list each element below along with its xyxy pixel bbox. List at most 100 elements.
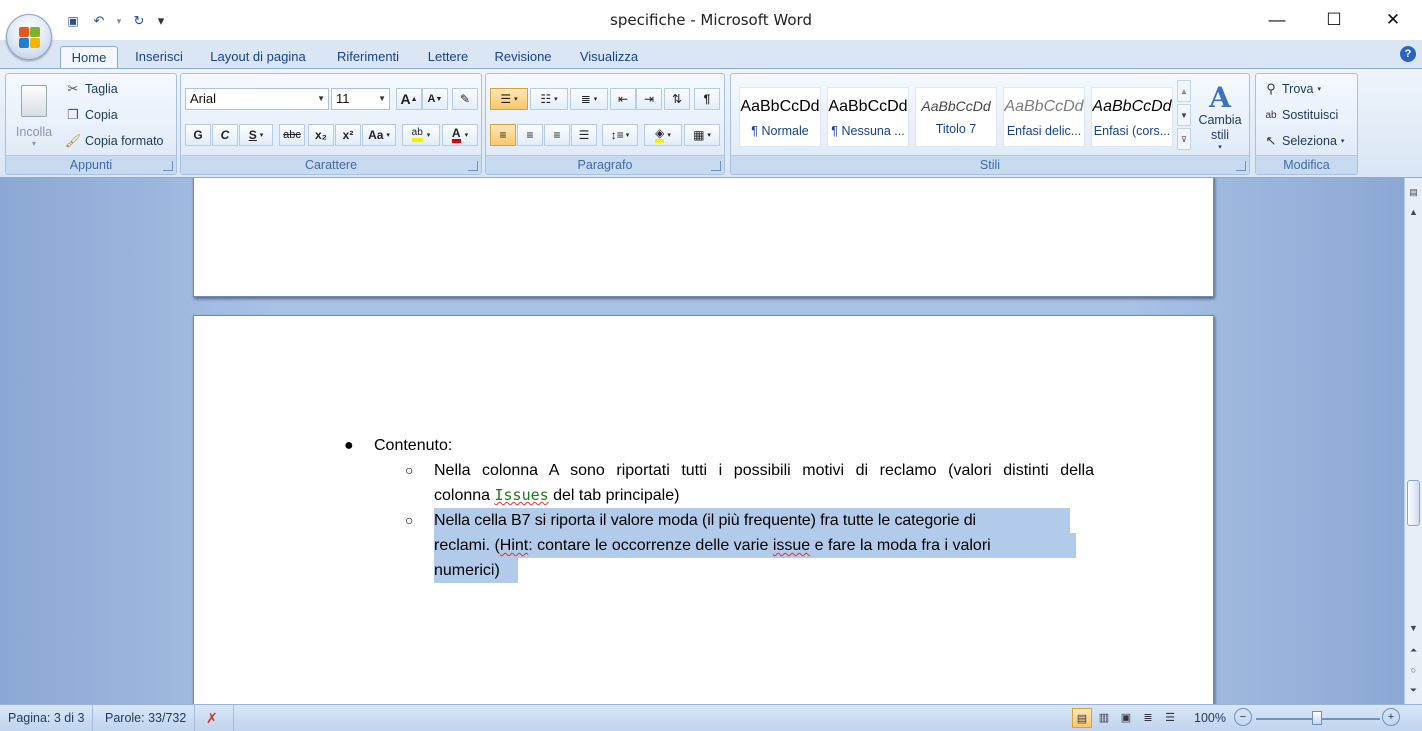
styles-scroll-down-icon[interactable]: ▼ — [1177, 104, 1191, 126]
change-case-button[interactable]: Aa ▾ — [362, 124, 396, 146]
bullet-list[interactable]: ● Contenuto: ○ Nella colonna A sono ripo… — [194, 433, 1213, 583]
format-painter-button[interactable]: 🖌 Copia formato — [64, 130, 164, 152]
style-titolo-7[interactable]: AaBbCcDd Titolo 7 — [915, 87, 997, 147]
list-item[interactable]: ○ Nella cella B7 si riporta il valore mo… — [194, 508, 1213, 583]
underline-button[interactable]: S ▾ — [239, 124, 273, 146]
office-button[interactable] — [6, 14, 52, 60]
line-spacing-button[interactable]: ↕≡ ▾ — [602, 124, 638, 146]
italic-button[interactable]: C — [212, 124, 238, 146]
clear-formatting-icon[interactable]: ✎ — [452, 88, 478, 110]
shrink-font-button[interactable]: A ▼ — [422, 88, 448, 110]
subscript-button[interactable]: x₂ — [308, 124, 334, 146]
borders-button[interactable]: ▦ ▾ — [684, 124, 720, 146]
group-paragrafo: ☰ ▾ ☷ ▾ ≣ ▾ ⇤ ⇥ ⇅ ¶ ≡ ≡ ≡ ☰ ↕≡ ▾ ◈ ▾ ▦ ▾ Parag… — [485, 73, 725, 175]
chevron-down-icon: ▾ — [1340, 138, 1345, 145]
inline-code: Issues — [494, 486, 549, 504]
word-count[interactable]: Parole: 33/732 — [97, 705, 196, 731]
ribbon: Incolla ▾ ✂ Taglia ❐ Copia 🖌 Copia forma… — [0, 68, 1422, 178]
title-bar: ▣ ↶ ▾ ↻ ▾ specifiche - Microsoft Word — … — [0, 0, 1422, 40]
document-page[interactable]: ● Contenuto: ○ Nella colonna A sono ripo… — [193, 315, 1214, 704]
font-size-combo[interactable]: 11 ▼ — [331, 88, 390, 110]
tab-home[interactable]: Home — [60, 46, 118, 69]
change-styles-button[interactable]: A Cambia stili ▾ — [1195, 78, 1245, 156]
tab-lettere[interactable]: Lettere — [418, 46, 478, 69]
style-nessuna-spaziatura[interactable]: AaBbCcDd ¶ Nessuna ... — [827, 87, 909, 147]
document-page[interactable] — [193, 178, 1214, 297]
ruler-toggle-icon[interactable]: ▤ — [1405, 184, 1422, 200]
font-color-button[interactable]: A ▾ — [442, 124, 478, 146]
copy-button[interactable]: ❐ Copia — [64, 104, 118, 126]
list-item[interactable]: ● Contenuto: — [194, 433, 1213, 458]
list-item[interactable]: ○ Nella colonna A sono riportati tutti i… — [194, 458, 1213, 508]
zoom-out-icon[interactable]: − — [1234, 708, 1252, 726]
close-button[interactable]: ✕ — [1364, 0, 1422, 40]
previous-page-icon[interactable]: ⏶ — [1405, 642, 1422, 658]
outline-view-icon[interactable]: ≣ — [1138, 708, 1158, 728]
tab-inserisci[interactable]: Inserisci — [126, 46, 192, 69]
style-normale[interactable]: AaBbCcDd ¶ Normale — [739, 87, 821, 147]
tab-revisione[interactable]: Revisione — [486, 46, 560, 69]
style-enfasi-corsivo[interactable]: AaBbCcDd Enfasi (cors... — [1091, 87, 1173, 147]
bold-button[interactable]: G — [185, 124, 211, 146]
find-button[interactable]: ⚲ Trova ▾ — [1262, 78, 1321, 100]
document-area[interactable]: ● Contenuto: ○ Nella colonna A sono ripo… — [0, 178, 1404, 704]
cut-button[interactable]: ✂ Taglia — [64, 78, 118, 100]
cursor-arrow-icon: ↖ — [1265, 133, 1277, 148]
scroll-up-icon[interactable]: ▲ — [1405, 204, 1422, 220]
print-layout-icon[interactable]: ▤ — [1072, 708, 1092, 728]
vertical-scrollbar[interactable]: ▤ ▲ ▼ ⏶ ○ ⏷ — [1404, 178, 1422, 704]
sort-button[interactable]: ⇅ — [664, 88, 690, 110]
page-indicator[interactable]: Pagina: 3 di 3 — [0, 705, 94, 731]
minimize-button[interactable]: — — [1248, 0, 1306, 40]
full-screen-reading-icon[interactable]: ▥ — [1094, 708, 1114, 728]
scrollbar-thumb[interactable] — [1407, 480, 1420, 526]
dialog-launcher-icon[interactable] — [1236, 161, 1246, 171]
font-name-combo[interactable]: Arial ▼ — [185, 88, 329, 110]
show-formatting-button[interactable]: ¶ — [694, 88, 720, 110]
strikethrough-button[interactable]: abc — [279, 124, 305, 146]
decrease-indent-button[interactable]: ⇤ — [610, 88, 636, 110]
align-left-button[interactable]: ≡ — [490, 124, 516, 146]
dialog-launcher-icon[interactable] — [468, 161, 478, 171]
group-label-modifica: Modifica — [1256, 155, 1357, 174]
styles-scroll-up-icon[interactable]: ▲ — [1177, 80, 1191, 102]
zoom-slider[interactable] — [1256, 711, 1380, 725]
styles-more-icon[interactable]: ⊽ — [1177, 128, 1191, 150]
tab-layout-di-pagina[interactable]: Layout di pagina — [198, 46, 318, 69]
paint-bucket-icon: ◈ — [655, 127, 665, 143]
zoom-in-icon[interactable]: + — [1382, 708, 1400, 726]
align-right-button[interactable]: ≡ — [544, 124, 570, 146]
bullets-button[interactable]: ☰ ▾ — [490, 88, 528, 110]
highlight-color-button[interactable]: ab ▾ — [402, 124, 440, 146]
shading-button[interactable]: ◈ ▾ — [644, 124, 682, 146]
numbering-button[interactable]: ☷ ▾ — [530, 88, 568, 110]
font-color-icon: A — [451, 127, 461, 143]
dialog-launcher-icon[interactable] — [711, 161, 721, 171]
zoom-slider-thumb[interactable] — [1312, 711, 1322, 725]
select-button[interactable]: ↖ Seleziona ▾ — [1262, 130, 1345, 152]
paste-button[interactable]: Incolla ▾ — [10, 78, 58, 154]
web-layout-icon[interactable]: ▣ — [1116, 708, 1136, 728]
dialog-launcher-icon[interactable] — [163, 161, 173, 171]
next-page-icon[interactable]: ⏷ — [1405, 682, 1422, 698]
maximize-button[interactable]: ☐ — [1305, 0, 1363, 40]
justify-icon: ☰ — [578, 128, 590, 142]
bullet-disc-icon: ● — [344, 437, 354, 454]
superscript-button[interactable]: x² — [335, 124, 361, 146]
tab-visualizza[interactable]: Visualizza — [568, 46, 650, 69]
replace-button[interactable]: ab Sostituisci — [1262, 104, 1338, 126]
help-icon[interactable]: ? — [1400, 46, 1416, 62]
align-center-button[interactable]: ≡ — [517, 124, 543, 146]
select-browse-object-icon[interactable]: ○ — [1405, 662, 1422, 678]
style-enfasi-delicata[interactable]: AaBbCcDd Enfasi delic... — [1003, 87, 1085, 147]
grow-font-button[interactable]: A ▲ — [396, 88, 422, 110]
sort-icon: ⇅ — [671, 92, 683, 106]
zoom-level[interactable]: 100% — [1186, 705, 1234, 731]
draft-view-icon[interactable]: ☰ — [1160, 708, 1180, 728]
proofing-error-icon[interactable]: ✗ — [198, 705, 234, 731]
scroll-down-icon[interactable]: ▼ — [1405, 620, 1422, 636]
tab-riferimenti[interactable]: Riferimenti — [326, 46, 410, 69]
justify-button[interactable]: ☰ — [571, 124, 597, 146]
increase-indent-button[interactable]: ⇥ — [636, 88, 662, 110]
multilevel-list-button[interactable]: ≣ ▾ — [570, 88, 608, 110]
